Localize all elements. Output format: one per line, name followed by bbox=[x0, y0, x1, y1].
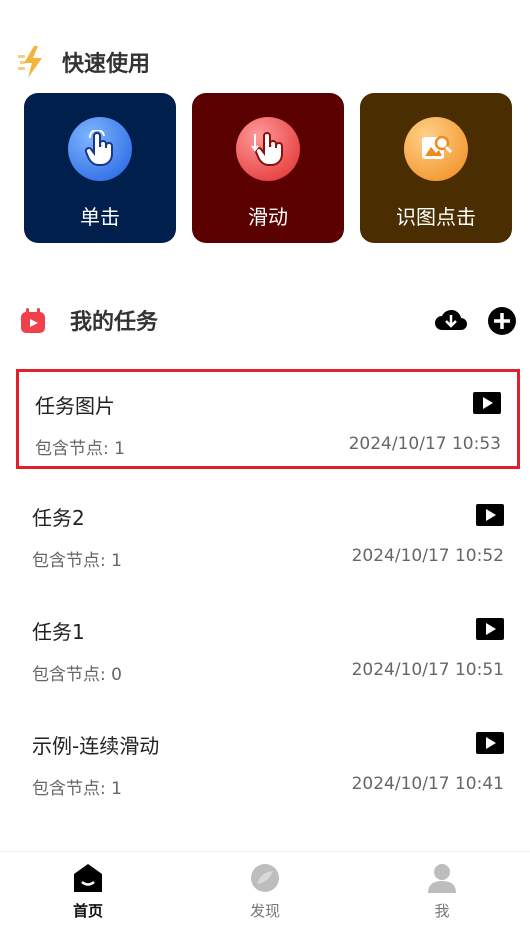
nav-discover[interactable]: 发现 bbox=[177, 852, 353, 926]
image-click-label: 识图点击 bbox=[396, 205, 476, 229]
discover-icon bbox=[249, 862, 281, 894]
image-search-icon bbox=[404, 117, 468, 181]
task-item[interactable]: 任务1 包含节点: 0 2024/10/17 10:51 bbox=[16, 598, 520, 698]
tap-label: 单击 bbox=[80, 205, 120, 229]
bottom-nav: 首页 发现 我 bbox=[0, 851, 530, 926]
task-node-count: 包含节点: 1 bbox=[32, 779, 122, 799]
calendar-icon bbox=[20, 308, 46, 338]
profile-icon bbox=[426, 862, 458, 894]
lightning-icon bbox=[18, 46, 46, 82]
task-timestamp: 2024/10/17 10:51 bbox=[351, 660, 504, 680]
my-tasks-title: 我的任务 bbox=[70, 310, 159, 335]
cloud-download-icon[interactable] bbox=[434, 306, 468, 338]
task-timestamp: 2024/10/17 10:41 bbox=[351, 774, 504, 794]
quick-use-title: 快速使用 bbox=[62, 52, 151, 77]
task-name: 任务图片 bbox=[35, 394, 115, 418]
task-name: 任务1 bbox=[32, 620, 85, 644]
swipe-card[interactable]: 滑动 bbox=[192, 93, 344, 243]
swipe-hand-icon bbox=[236, 117, 300, 181]
nav-profile[interactable]: 我 bbox=[354, 852, 530, 926]
task-name: 任务2 bbox=[32, 506, 85, 530]
play-icon[interactable] bbox=[476, 732, 504, 758]
nav-home[interactable]: 首页 bbox=[0, 852, 176, 926]
task-timestamp: 2024/10/17 10:52 bbox=[351, 546, 504, 566]
task-node-count: 包含节点: 0 bbox=[32, 665, 122, 685]
nav-home-label: 首页 bbox=[72, 902, 103, 920]
image-click-card[interactable]: 识图点击 bbox=[360, 93, 512, 243]
add-task-icon[interactable] bbox=[487, 306, 517, 340]
task-item[interactable]: 任务2 包含节点: 1 2024/10/17 10:52 bbox=[16, 484, 520, 584]
play-icon[interactable] bbox=[476, 618, 504, 644]
tap-card[interactable]: 单击 bbox=[24, 93, 176, 243]
task-item[interactable]: 示例-连续滑动 包含节点: 1 2024/10/17 10:41 bbox=[16, 712, 520, 812]
quick-use-header: 快速使用 bbox=[0, 42, 530, 82]
task-timestamp: 2024/10/17 10:53 bbox=[348, 434, 501, 454]
task-name: 示例-连续滑动 bbox=[32, 734, 160, 758]
task-node-count: 包含节点: 1 bbox=[32, 551, 122, 571]
play-icon[interactable] bbox=[473, 392, 501, 418]
home-icon bbox=[72, 862, 104, 894]
nav-profile-label: 我 bbox=[434, 902, 450, 920]
my-tasks-header: 我的任务 bbox=[0, 300, 530, 340]
play-icon[interactable] bbox=[476, 504, 504, 530]
task-item[interactable]: 任务图片 包含节点: 1 2024/10/17 10:53 bbox=[16, 369, 520, 469]
task-node-count: 包含节点: 1 bbox=[35, 439, 125, 459]
tap-hand-icon bbox=[68, 117, 132, 181]
swipe-label: 滑动 bbox=[248, 205, 288, 229]
nav-discover-label: 发现 bbox=[249, 902, 280, 920]
quick-actions: 单击 滑动 识图点击 bbox=[24, 93, 512, 243]
